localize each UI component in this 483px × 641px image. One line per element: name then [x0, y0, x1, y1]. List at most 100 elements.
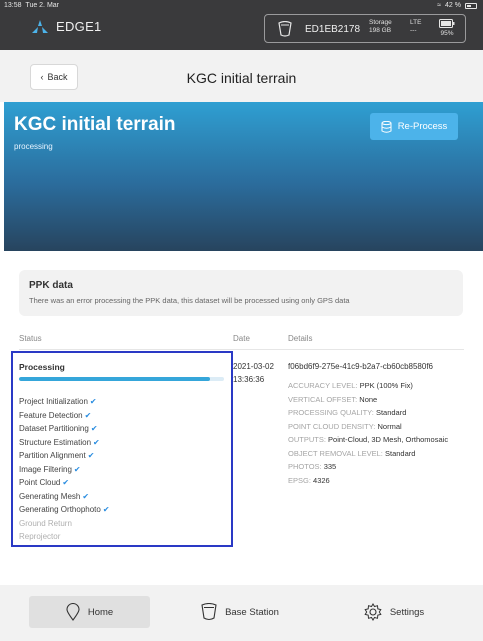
device-status-panel[interactable]: ED1EB2178 Storage 198 GB LTE --- 95% [264, 14, 466, 43]
checkmark-icon: ✔ [73, 464, 81, 474]
brand-logo-icon [32, 19, 48, 33]
ppk-title: PPK data [29, 280, 73, 291]
detail-rows: ACCURACY LEVEL: PPK (100% Fix) VERTICAL O… [288, 379, 478, 487]
status-column-header: Status [19, 334, 42, 343]
processing-step-label: Point Cloud [19, 478, 61, 487]
details-column-header: Details [288, 334, 313, 343]
checkmark-icon: ✔ [89, 397, 97, 406]
processing-status-panel: Processing Project Initialization ✔ Featur… [11, 351, 233, 547]
map-pin-icon [66, 603, 80, 621]
detail-value: 4326 [313, 475, 330, 485]
reprocess-button[interactable]: Re-Process [370, 113, 458, 140]
base-station-icon [201, 603, 217, 621]
detail-value: PPK (100% Fix) [359, 381, 413, 390]
nav-home-label: Home [87, 606, 114, 618]
detail-row: PROCESSING QUALITY: Standard [288, 406, 478, 420]
detail-key: VERTICAL OFFSET: [288, 394, 358, 404]
lte-info: LTE --- [410, 19, 422, 34]
checkmark-icon: ✔ [93, 437, 100, 447]
processing-step: Project Initialization ✔ [19, 395, 110, 409]
nav-settings[interactable]: Settings [349, 596, 439, 628]
system-clock: 13:58 Tue 2. Mar [4, 2, 60, 9]
detail-value: 335 [323, 462, 337, 471]
ppk-notice: PPK data There was an error processing t… [19, 270, 463, 316]
dataset-date: 2021-03-02 13:36:36 [233, 360, 274, 386]
processing-step: Generating Mesh ✔ [19, 490, 110, 504]
processing-step-label: Partition Alignment [19, 451, 86, 460]
date-time: 13:36:36 [233, 375, 265, 384]
detail-key: PROCESSING QUALITY: [288, 408, 374, 417]
wifi-icon: ≈ [437, 2, 442, 9]
processing-step-label: Project Initialization [19, 397, 88, 406]
detail-key: PHOTOS: [288, 462, 322, 471]
divider [19, 349, 464, 350]
detail-value: None [359, 394, 378, 404]
reprocess-label: Re-Process [397, 121, 448, 132]
processing-step-label: Generating Orthophoto [19, 505, 101, 514]
processing-step: Structure Estimation ✔ [19, 436, 110, 450]
processing-step: Partition Alignment ✔ [19, 449, 110, 463]
processing-step-label: Ground Return [19, 518, 72, 528]
database-icon [381, 120, 392, 133]
detail-value: Standard [375, 408, 407, 417]
detail-row: EPSG: 4326 [288, 474, 478, 488]
detail-value: Point-Cloud, 3D Mesh, Orthomosaic [328, 435, 449, 444]
device-battery-icon [439, 19, 455, 28]
dataset-id: f06bd6f9-275e-41c9-b2a7-cb60cb8580f6 [288, 362, 434, 371]
device-id: ED1EB2178 [305, 24, 361, 35]
detail-key: OBJECT REMOVAL LEVEL: [288, 448, 383, 458]
nav-base-station[interactable]: Base Station [190, 596, 290, 628]
processing-step-label: Dataset Partitioning [19, 424, 89, 433]
detail-value: Normal [377, 421, 402, 431]
checkmark-icon: ✔ [62, 478, 70, 487]
date-column-header: Date [233, 334, 250, 343]
progress-bar-fill [19, 377, 210, 381]
base-station-icon [278, 21, 292, 37]
processing-step-label: Reprojector [19, 532, 61, 541]
nav-settings-label: Settings [389, 606, 425, 618]
checkmark-icon: ✔ [84, 410, 92, 420]
system-battery-icon [465, 2, 477, 9]
detail-row: POINT CLOUD DENSITY: Normal [288, 420, 478, 434]
processing-step: Point Cloud ✔ [19, 476, 110, 490]
ppk-message: There was an error processing the PPK da… [29, 296, 350, 305]
dataset-details: f06bd6f9-275e-41c9-b2a7-cb60cb8580f6 ACC… [288, 360, 478, 487]
gear-icon [364, 603, 382, 621]
checkmark-icon: ✔ [82, 491, 90, 501]
processing-step-label: Structure Estimation [19, 437, 92, 447]
dataset-title: KGC initial terrain [14, 114, 176, 135]
checkmark-icon: ✔ [90, 424, 98, 433]
processing-steps: Project Initialization ✔ Feature Detection… [19, 395, 110, 544]
processing-label: Processing [19, 362, 65, 372]
processing-step-label: Feature Detection [19, 410, 83, 420]
detail-key: EPSG: [288, 475, 311, 485]
page-header: ‹ Back KGC initial terrain [0, 50, 483, 102]
page-title: KGC initial terrain [186, 70, 297, 86]
bottom-nav: Home Base Station Settings [0, 585, 483, 641]
detail-row: VERTICAL OFFSET: None [288, 393, 478, 407]
nav-base-station-label: Base Station [225, 606, 279, 618]
processing-step: Image Filtering ✔ [19, 463, 110, 477]
dataset-status: processing [14, 142, 53, 151]
checkmark-icon: ✔ [87, 451, 95, 460]
processing-step: Feature Detection ✔ [19, 409, 110, 423]
date-day: 2021-03-02 [233, 362, 274, 371]
nav-home[interactable]: Home [29, 596, 150, 628]
app-name: EDGE1 [56, 19, 102, 34]
processing-step: Reprojector [19, 530, 110, 544]
app-bar: 13:58 Tue 2. Mar ≈ 42 % EDGE1 ED1EB2178 … [0, 0, 483, 50]
detail-key: ACCURACY LEVEL: [288, 381, 358, 390]
system-battery-text: 42 % [445, 2, 461, 9]
processing-step-label: Image Filtering [19, 464, 72, 474]
storage-info: Storage 198 GB [369, 19, 392, 34]
device-battery: 95% [434, 19, 460, 37]
progress-bar [19, 377, 224, 381]
dataset-hero: KGC initial terrain processing Re-Proces… [4, 102, 483, 251]
processing-step: Dataset Partitioning ✔ [19, 422, 110, 436]
detail-key: OUTPUTS: [288, 435, 326, 444]
processing-step-label: Generating Mesh [19, 491, 81, 501]
processing-step: Generating Orthophoto ✔ [19, 503, 110, 517]
system-status: ≈ 42 % [437, 2, 477, 9]
detail-row: OBJECT REMOVAL LEVEL: Standard [288, 447, 478, 461]
detail-row: PHOTOS: 335 [288, 460, 478, 474]
